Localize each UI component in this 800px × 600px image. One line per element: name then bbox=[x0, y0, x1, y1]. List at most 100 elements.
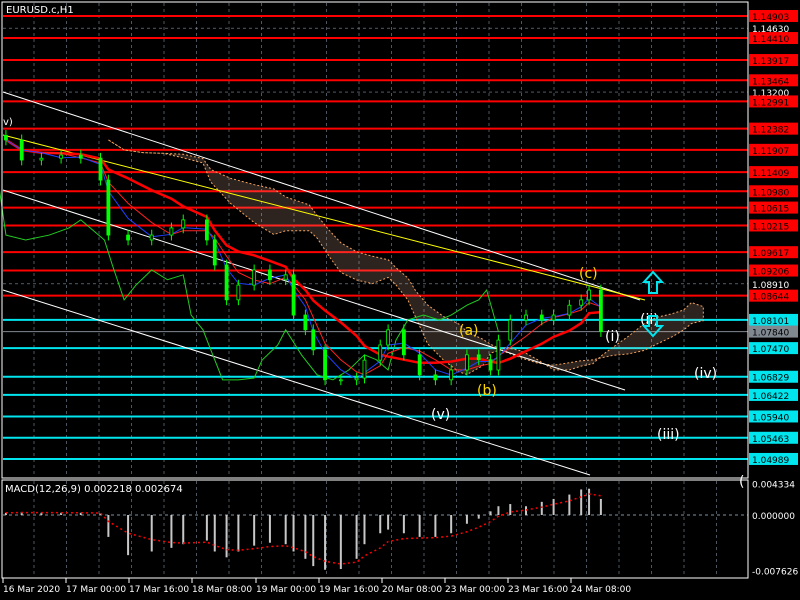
chart-canvas: 1.146301.132001.089101.149031.144101.139… bbox=[0, 1, 798, 595]
resistance-level-tag-label: 1.10615 bbox=[752, 205, 789, 215]
channel-lower-line[interactable] bbox=[2, 289, 591, 476]
time-tick-label: 17 Mar 00:00 bbox=[66, 585, 126, 595]
time-tick-label: 24 Mar 08:00 bbox=[571, 585, 631, 595]
wave-label-a: (a) bbox=[459, 323, 479, 339]
candle bbox=[59, 154, 63, 159]
time-tick-label: 23 Mar 16:00 bbox=[508, 585, 568, 595]
macd-histogram-bar bbox=[387, 515, 390, 530]
macd-histogram-bar bbox=[509, 504, 512, 515]
support-level-tag-label: 1.05463 bbox=[752, 435, 789, 445]
macd-tick-label: -0.007626 bbox=[752, 568, 798, 578]
resistance-level-tag-label: 1.13464 bbox=[752, 77, 789, 87]
time-tick-label: 18 Mar 08:00 bbox=[192, 585, 252, 595]
macd-histogram-bar bbox=[268, 515, 271, 543]
candle bbox=[98, 157, 103, 181]
chikou-line bbox=[0, 190, 499, 381]
wave-label-iv: (iv) bbox=[694, 366, 717, 382]
candle bbox=[496, 339, 501, 371]
macd-histogram-bar bbox=[170, 515, 173, 548]
resistance-level-tag-label: 1.10980 bbox=[752, 188, 789, 198]
macd-histogram-bar bbox=[599, 498, 602, 515]
candle bbox=[78, 154, 83, 159]
candle bbox=[283, 274, 288, 281]
time-tick-label: 23 Mar 00:00 bbox=[445, 585, 505, 595]
macd-histogram-bar bbox=[284, 515, 287, 545]
time-tick-label: 17 Mar 16:00 bbox=[129, 585, 189, 595]
macd-histogram-bar bbox=[568, 494, 571, 515]
candle bbox=[362, 359, 367, 379]
resistance-level-tag-label: 1.11907 bbox=[752, 147, 789, 157]
macd-histogram-bar bbox=[402, 515, 405, 534]
macd-histogram-bar bbox=[497, 506, 500, 515]
time-tick-label: 19 Mar 00:00 bbox=[256, 585, 316, 595]
macd-histogram-bar bbox=[107, 515, 110, 537]
candle bbox=[449, 369, 454, 381]
macd-histogram-bar bbox=[379, 515, 382, 534]
candle bbox=[268, 269, 272, 281]
candles bbox=[4, 130, 603, 386]
candle bbox=[579, 299, 584, 306]
candle bbox=[354, 377, 359, 381]
resistance-level-tag-label: 1.11409 bbox=[752, 169, 789, 179]
macd-histogram-bar bbox=[253, 515, 256, 546]
support-level-tag-label: 1.06829 bbox=[752, 374, 789, 384]
candle bbox=[378, 344, 383, 361]
candle bbox=[433, 374, 438, 381]
candle bbox=[303, 314, 308, 331]
time-tick-label: 19 Mar 16:00 bbox=[319, 585, 379, 595]
candle bbox=[386, 329, 391, 346]
main-chart-frame bbox=[1, 1, 749, 479]
candle bbox=[224, 264, 229, 301]
candle bbox=[19, 139, 24, 161]
candle bbox=[598, 289, 603, 332]
candle bbox=[567, 304, 572, 316]
price-tick-label: 1.08910 bbox=[752, 281, 789, 291]
wave-label-v: v) bbox=[3, 117, 13, 128]
macd-tick-label: 0.000000 bbox=[752, 512, 795, 522]
macd-histogram-bar bbox=[312, 515, 315, 567]
candle bbox=[4, 135, 8, 141]
arrow-up-icon[interactable] bbox=[641, 270, 665, 294]
ma-blue-line bbox=[5, 139, 602, 380]
candle bbox=[204, 219, 209, 241]
candle bbox=[587, 289, 591, 301]
resistance-level-tag-label: 1.12991 bbox=[752, 98, 789, 108]
candle bbox=[39, 157, 44, 161]
resistance-level-tag-label: 1.09206 bbox=[752, 268, 789, 278]
macd-histogram-bar bbox=[489, 511, 492, 515]
resistance-level-tag-label: 1.10215 bbox=[752, 222, 789, 232]
resistance-level-tag-label: 1.13917 bbox=[752, 57, 789, 67]
wave-label-v-paren: (v) bbox=[431, 407, 450, 423]
channel-upper-line[interactable] bbox=[2, 91, 641, 301]
resistance-level-tag-label: 1.14903 bbox=[752, 13, 789, 23]
macd-histogram-bar bbox=[477, 515, 480, 519]
wave-label-iii: (iii) bbox=[657, 427, 680, 443]
macd-tick-label: 0.004334 bbox=[752, 480, 795, 490]
macd-histogram-bar bbox=[355, 515, 358, 559]
macd-histogram-bar bbox=[127, 515, 130, 556]
macd-histogram-bar bbox=[205, 515, 208, 541]
macd-histogram-bar bbox=[225, 515, 228, 558]
candle bbox=[291, 274, 296, 316]
candle bbox=[169, 227, 174, 236]
wave-label-c: (c) bbox=[579, 266, 598, 282]
macd-histogram-bar bbox=[363, 515, 366, 545]
macd-histogram-bar bbox=[434, 515, 437, 537]
candle bbox=[181, 219, 186, 229]
support-level-tag-label: 1.08101 bbox=[752, 317, 789, 327]
support-level-tag-label: 1.07470 bbox=[752, 345, 789, 355]
macd-histogram-bar bbox=[540, 501, 543, 515]
candle bbox=[401, 329, 406, 356]
wave-label-partial: ( bbox=[739, 474, 744, 490]
candle bbox=[323, 349, 327, 381]
candle bbox=[508, 319, 513, 341]
candle bbox=[465, 354, 469, 371]
wave-label-b: (b) bbox=[477, 383, 497, 399]
macd-histogram-bar bbox=[588, 488, 591, 515]
macd-histogram-bar bbox=[418, 515, 421, 537]
price-axis: 1.146301.132001.089101.149031.144101.139… bbox=[749, 10, 798, 466]
candle bbox=[539, 314, 544, 321]
macd-label: MACD(12,26,9) 0.002218 0.002674 bbox=[5, 484, 183, 495]
macd-signal-line bbox=[5, 493, 601, 565]
current-price-label: 1.07840 bbox=[752, 329, 789, 339]
